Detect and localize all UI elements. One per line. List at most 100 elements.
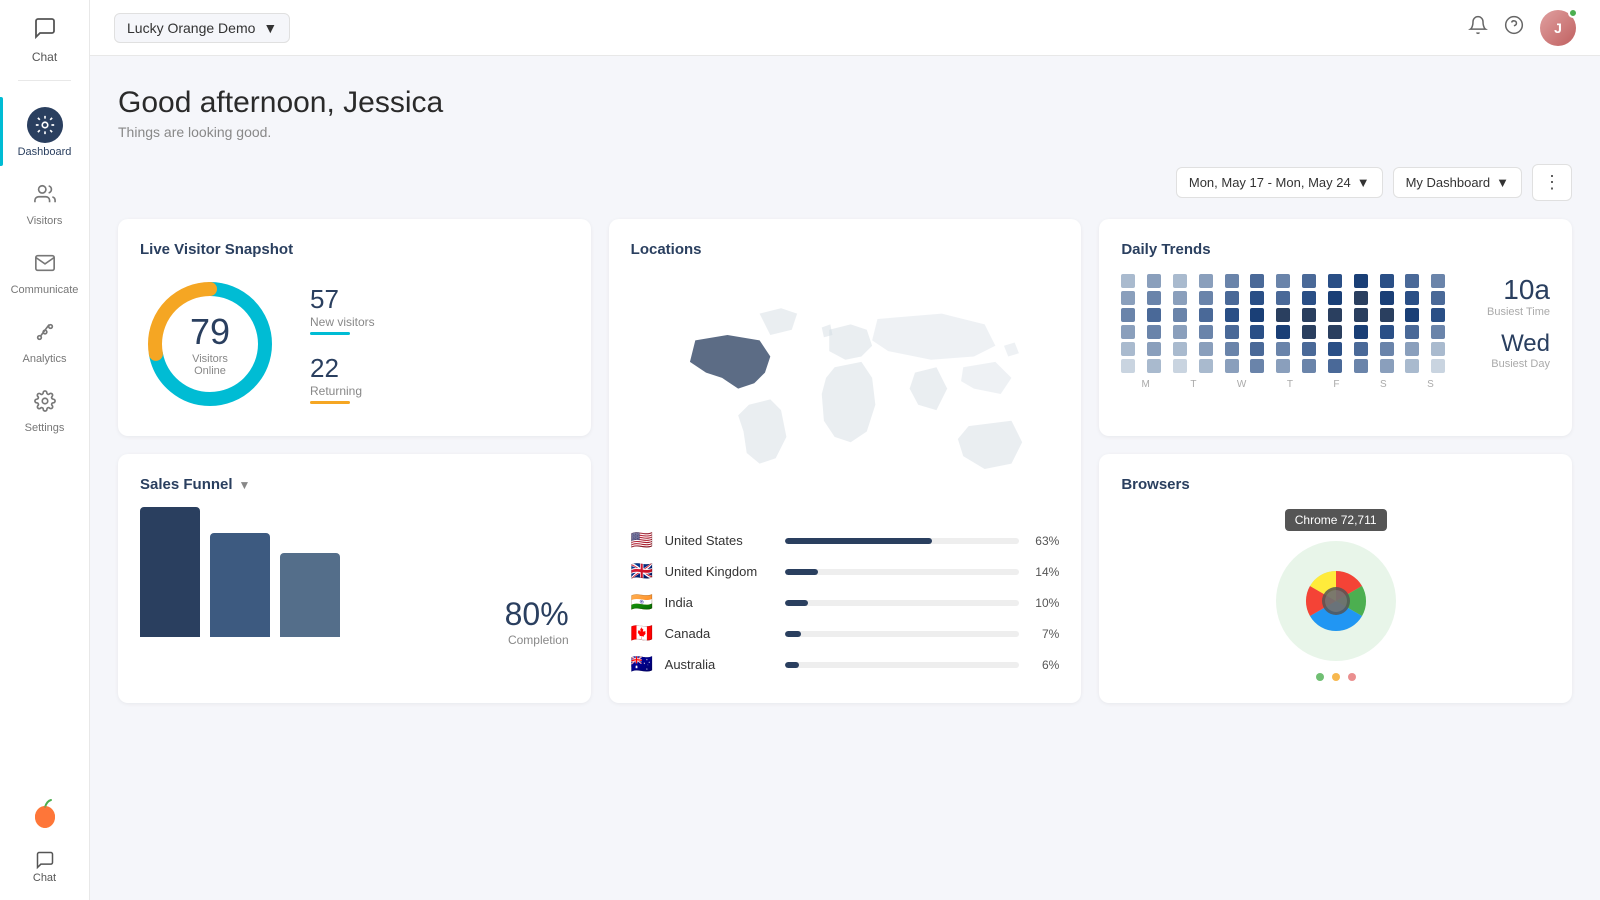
sidebar-item-communicate[interactable]: Communicate <box>0 235 89 304</box>
demo-selector-label: Lucky Orange Demo <box>127 20 255 36</box>
heatmap-cell <box>1250 274 1264 288</box>
returning-visitors-label: Returning <box>310 384 375 398</box>
content-area: Good afternoon, Jessica Things are looki… <box>90 56 1600 900</box>
sidebar-item-settings[interactable]: Settings <box>0 373 89 442</box>
heatmap-cell <box>1328 274 1342 288</box>
heatmap-grid <box>1121 274 1454 373</box>
heatmap-cell <box>1225 274 1239 288</box>
trends-stats: 10a Busiest Time Wed Busiest Day <box>1470 274 1550 370</box>
funnel-content: 80% Completion <box>140 507 569 647</box>
user-avatar[interactable]: J <box>1540 10 1576 46</box>
snapshot-content: 79 Visitors Online 57 New visitors 22 Re… <box>140 274 569 414</box>
heatmap-cell <box>1302 359 1316 373</box>
country-name: United Kingdom <box>665 564 775 579</box>
chrome-tooltip: Chrome 72,711 <box>1285 509 1387 531</box>
heatmap-cell <box>1302 274 1316 288</box>
dashboard-selector[interactable]: My Dashboard ▼ <box>1393 167 1522 198</box>
heatmap-cell <box>1225 325 1239 339</box>
communicate-icon-wrap <box>27 245 63 281</box>
heatmap-cell <box>1173 325 1187 339</box>
heatmap-cell <box>1250 308 1264 322</box>
returning-visitors-bar <box>310 401 350 404</box>
heatmap-cell <box>1225 291 1239 305</box>
sidebar-top: Chat <box>0 0 89 87</box>
visitors-online-label: Visitors Online <box>175 353 245 377</box>
country-list: 🇺🇸 United States 63% 🇬🇧 United Kingdom 1… <box>631 530 1060 675</box>
donut-center: 79 Visitors Online <box>175 311 245 377</box>
avatar-online-badge <box>1568 8 1578 18</box>
dashboard-selector-label: My Dashboard <box>1406 175 1491 190</box>
country-bar-fill <box>785 631 801 637</box>
browser-dot-3 <box>1348 673 1356 681</box>
heatmap-cell <box>1380 308 1394 322</box>
browser-dot-2 <box>1332 673 1340 681</box>
heatmap-cell <box>1405 274 1419 288</box>
busiest-time-block: 10a Busiest Time <box>1487 274 1550 318</box>
heatmap-cell <box>1250 359 1264 373</box>
heatmap-cell <box>1431 308 1445 322</box>
new-visitors-bar <box>310 332 350 335</box>
country-bar-fill <box>785 538 933 544</box>
demo-selector[interactable]: Lucky Orange Demo ▼ <box>114 13 290 43</box>
heatmap-cell <box>1380 359 1394 373</box>
daily-trends-title: Daily Trends <box>1121 241 1550 258</box>
main-area: Lucky Orange Demo ▼ J <box>90 0 1600 900</box>
sidebar-item-visitors[interactable]: Visitors <box>0 166 89 235</box>
heatmap-cell <box>1302 325 1316 339</box>
heatmap-cell <box>1225 308 1239 322</box>
sidebar-chat-top-button[interactable]: Chat <box>0 0 89 74</box>
browser-dots <box>1316 673 1356 681</box>
heatmap-cell <box>1121 325 1135 339</box>
heatmap-cell <box>1225 342 1239 356</box>
heatmap-cell <box>1276 342 1290 356</box>
demo-selector-arrow: ▼ <box>263 20 277 36</box>
heatmap-cell <box>1431 359 1445 373</box>
dashboard-label: Dashboard <box>18 146 72 158</box>
heatmap-cell <box>1431 291 1445 305</box>
heatmap-cell <box>1250 325 1264 339</box>
country-flag: 🇮🇳 <box>631 592 655 613</box>
heatmap-cell <box>1121 359 1135 373</box>
sidebar-item-analytics[interactable]: Analytics <box>0 304 89 373</box>
communicate-label: Communicate <box>11 284 79 296</box>
heatmap-cell <box>1328 308 1342 322</box>
notifications-icon[interactable] <box>1468 15 1488 40</box>
donut-chart: 79 Visitors Online <box>140 274 280 414</box>
snapshot-stats: 57 New visitors 22 Returning <box>310 284 375 404</box>
help-icon[interactable] <box>1504 15 1524 40</box>
country-row: 🇬🇧 United Kingdom 14% <box>631 561 1060 582</box>
heatmap-cell <box>1302 291 1316 305</box>
visitors-label: Visitors <box>27 215 63 227</box>
heatmap-cell <box>1147 359 1161 373</box>
country-row: 🇮🇳 India 10% <box>631 592 1060 613</box>
date-range-picker[interactable]: Mon, May 17 - Mon, May 24 ▼ <box>1176 167 1383 198</box>
country-bar-background <box>785 538 1020 544</box>
heatmap-cell <box>1354 291 1368 305</box>
sidebar: Chat Dashboard <box>0 0 90 900</box>
country-flag: 🇺🇸 <box>631 530 655 551</box>
sidebar-item-dashboard[interactable]: Dashboard <box>0 97 89 166</box>
heatmap-cell <box>1405 291 1419 305</box>
new-visitors-count: 57 <box>310 284 375 315</box>
heatmap-cell <box>1328 342 1342 356</box>
sidebar-nav: Dashboard Visitors Communi <box>0 87 89 795</box>
heatmap-cell <box>1431 274 1445 288</box>
heatmap-cell <box>1199 274 1213 288</box>
country-bar-background <box>785 569 1020 575</box>
heatmap-cell <box>1328 291 1342 305</box>
more-options-button[interactable]: ⋮ <box>1532 164 1572 201</box>
heatmap-cell <box>1431 325 1445 339</box>
sidebar-bottom: Chat <box>0 795 89 900</box>
funnel-dropdown-icon[interactable]: ▼ <box>239 478 251 492</box>
heatmap-cell <box>1173 291 1187 305</box>
country-name: Australia <box>665 657 775 672</box>
country-percentage: 7% <box>1029 627 1059 641</box>
heatmap-cell <box>1354 325 1368 339</box>
greeting-subtitle: Things are looking good. <box>118 124 1572 140</box>
country-bar-background <box>785 600 1020 606</box>
sidebar-chat-bottom-button[interactable]: Chat <box>33 844 56 890</box>
heatmap-cell <box>1354 308 1368 322</box>
heatmap-cell <box>1431 342 1445 356</box>
heatmap-cell <box>1276 308 1290 322</box>
heatmap-cell <box>1173 274 1187 288</box>
